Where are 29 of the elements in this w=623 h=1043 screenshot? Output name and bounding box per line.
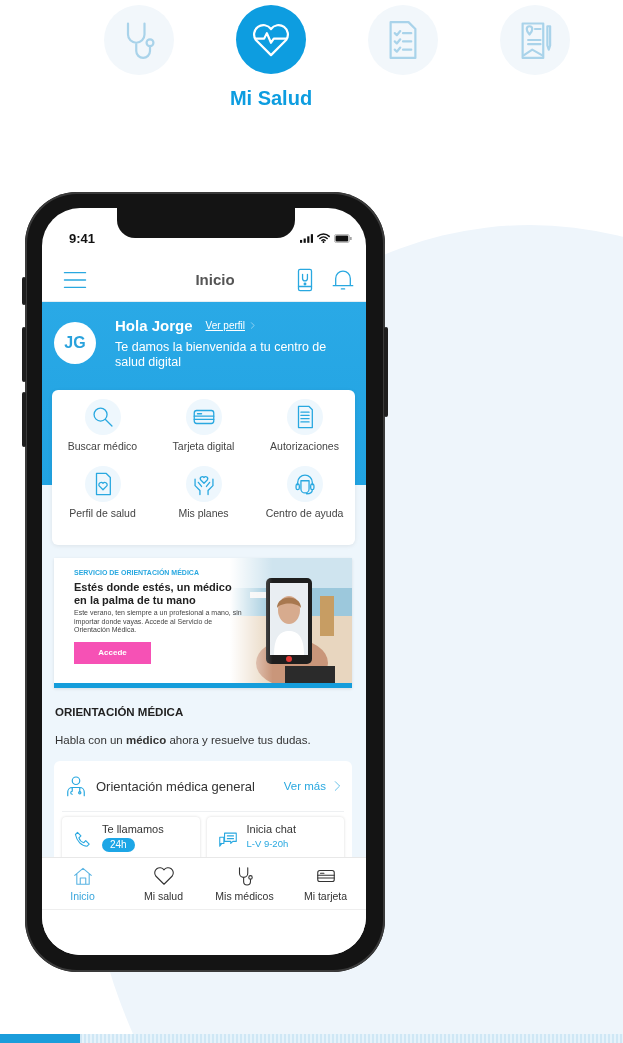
home-icon: [71, 865, 94, 887]
service-title: Orientación médica general: [96, 778, 256, 794]
greeting-title: Hola Jorge: [115, 316, 193, 334]
screen-title: Inicio: [194, 271, 236, 288]
status-time: 9:41: [69, 230, 96, 246]
promo-title: Estés donde estés, un médico en la palma de tu mano: [74, 581, 233, 606]
contact-option[interactable]: Inicia chat L-V 9-20h: [206, 817, 344, 857]
section-title: ORIENTACIÓN MÉDICA: [55, 706, 185, 718]
welcome-text: Te damos la bienvenida a tu centro de salud digital: [115, 340, 328, 370]
quick-action[interactable]: Mis planes: [153, 466, 254, 520]
nav-item[interactable]: Mi tarjeta: [285, 858, 366, 909]
avatar: JG: [54, 322, 96, 364]
battery-icon: [334, 233, 352, 243]
quick-action[interactable]: Tarjeta digital: [153, 399, 254, 453]
quick-action[interactable]: Buscar médico: [52, 399, 153, 453]
heart-icon: [152, 865, 175, 887]
nav-item[interactable]: Mis médicos: [204, 858, 285, 909]
contact-option[interactable]: Te llamamos 24h: [62, 817, 200, 857]
section-text: Habla con un médico ahora y resuelve tus dudas.: [55, 733, 312, 747]
quick-action[interactable]: Centro de ayuda: [254, 466, 355, 520]
quick-action[interactable]: Perfil de salud: [52, 466, 153, 520]
doctor-icon: [64, 774, 88, 798]
hours-badge: 24h: [102, 838, 135, 852]
quick-action[interactable]: Autorizaciones: [254, 399, 355, 453]
nav-item[interactable]: Mi salud: [123, 858, 204, 909]
wifi-icon: [317, 233, 330, 243]
chevron-icon: [248, 320, 257, 330]
hours-text: L-V 9-20h: [246, 838, 289, 850]
signal-icon: [300, 233, 313, 243]
